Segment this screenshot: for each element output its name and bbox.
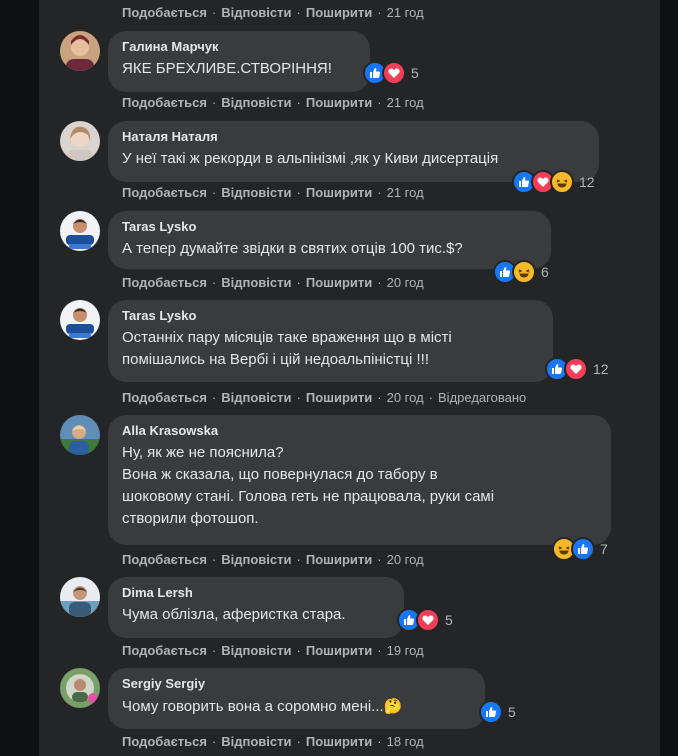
comment-text-line: створили фотошоп. [122,510,259,527]
like-action[interactable]: Подобається [122,275,207,290]
reaction-count: 5 [508,704,516,720]
haha-icon [550,170,574,194]
reaction-count: 12 [593,361,609,377]
love-icon [416,608,440,632]
comment-actions: Подобається · Відповісти · Поширити · 21 го… [122,94,424,110]
comment-author[interactable]: Галина Марчук [122,39,358,55]
timestamp[interactable]: 20 год [387,275,424,290]
comment-bubble: Taras Lysko Останніх пару місяців таке в… [108,300,553,382]
reply-action[interactable]: Відповісти [221,275,291,290]
reaction-summary[interactable]: 12 [545,357,609,381]
share-action[interactable]: Поширити [306,390,372,405]
comment-text: А тепер думайте звідки в святих отців 10… [122,240,463,257]
comment-actions: Подобається · Відповісти · Поширити · 18 го… [122,733,424,749]
comment-bubble: Галина Марчук ЯКЕ БРЕХЛИВЕ.СТВОРІННЯ! [108,31,370,92]
avatar[interactable] [60,31,100,71]
share-action[interactable]: Поширити [306,95,372,110]
reaction-count: 7 [600,541,608,557]
reply-action[interactable]: Відповісти [221,95,291,110]
avatar[interactable] [60,577,100,617]
timestamp[interactable]: 20 год [387,390,424,405]
comment-bubble: Sergiy Sergiy Чому говорить вона а сором… [108,668,485,729]
comment-actions: Подобається · Відповісти · Поширити · 19 го… [122,642,424,658]
comment-author[interactable]: Наталя Наталя [122,129,587,145]
comment-bubble: Alla Krasowska Ну, як же не пояснила? Во… [108,415,611,545]
comment-text-line: помішались на Вербі і цій недоальпіністц… [122,351,429,368]
comment-text-line: шоковому стані. Голова геть не працювала… [122,488,495,505]
share-action[interactable]: Поширити [306,643,372,658]
share-action[interactable]: Поширити [306,734,372,749]
comment-author[interactable]: Taras Lysko [122,219,539,235]
comment-actions: Подобається · Відповісти · Поширити · 20 го… [122,551,424,567]
share-action[interactable]: Поширити [306,552,372,567]
reaction-summary[interactable]: 5 [479,700,516,724]
reaction-count: 5 [445,612,453,628]
reply-action[interactable]: Відповісти [221,390,291,405]
avatar[interactable] [60,668,100,708]
timestamp[interactable]: 21 год [387,95,424,110]
comment-text-line: Вона ж сказала, що повернулася до табору… [122,466,438,483]
right-frame [660,0,678,756]
comment-author[interactable]: Taras Lysko [122,308,541,324]
reaction-summary[interactable]: 5 [363,61,419,85]
comment-actions: Подобається · Відповісти · Поширити · 21 го… [122,184,424,200]
avatar[interactable] [60,121,100,161]
reply-action[interactable]: Відповісти [221,734,291,749]
comment-author[interactable]: Dima Lersh [122,585,392,601]
comment-text-line: Останніх пару місяців таке враження що в… [122,329,452,346]
comment-bubble: Dima Lersh Чума облізла, аферистка стара… [108,577,404,638]
reaction-count: 6 [541,264,549,280]
comment-text: Останніх пару місяців таке враження що в… [122,327,541,371]
haha-icon [512,260,536,284]
left-frame [0,0,39,756]
like-action[interactable]: Подобається [122,552,207,567]
reply-action[interactable]: Відповісти [221,643,291,658]
like-action[interactable]: Подобається [122,643,207,658]
thinking-emoji-icon: 🤔 [383,697,403,715]
timestamp[interactable]: 21 год [387,5,424,20]
comment-text: Чому говорить вона а соромно мені...🤔 [122,695,473,718]
like-action[interactable]: Подобається [122,5,207,20]
reply-action[interactable]: Відповісти [221,5,291,20]
comment-text: ЯКЕ БРЕХЛИВЕ.СТВОРІННЯ! [122,60,332,77]
reaction-count: 12 [579,174,595,190]
timestamp[interactable]: 18 год [387,734,424,749]
reply-action[interactable]: Відповісти [221,185,291,200]
comment-text-content: Чому говорить вона а соромно мені... [122,698,384,715]
share-action[interactable]: Поширити [306,185,372,200]
timestamp[interactable]: 19 год [387,643,424,658]
comment-actions: Подобається · Відповісти · Поширити · 20 го… [122,389,527,405]
like-action[interactable]: Подобається [122,390,207,405]
like-action[interactable]: Подобається [122,734,207,749]
like-icon [479,700,503,724]
reaction-summary[interactable]: 5 [397,608,453,632]
comment-actions: Подобається · Відповісти · Поширити · 21 го… [122,4,424,20]
comment-actions: Подобається · Відповісти · Поширити · 20 го… [122,274,424,290]
love-icon [382,61,406,85]
reaction-summary[interactable]: 12 [512,170,595,194]
comment-bubble: Taras Lysko А тепер думайте звідки в свя… [108,211,551,269]
avatar[interactable] [60,415,100,455]
comment-text-line: Ну, як же не пояснила? [122,444,284,461]
comment-author[interactable]: Sergiy Sergiy [122,676,473,692]
share-action[interactable]: Поширити [306,275,372,290]
share-action[interactable]: Поширити [306,5,372,20]
comment-author[interactable]: Alla Krasowska [122,423,599,439]
reaction-summary[interactable]: 7 [552,537,608,561]
reaction-count: 5 [411,65,419,81]
love-icon [564,357,588,381]
edited-label[interactable]: Відредаговано [438,390,526,405]
avatar[interactable] [60,300,100,340]
comment-text: У неї такі ж рекорди в альпінізмі ,як у … [122,150,499,167]
avatar[interactable] [60,211,100,251]
timestamp[interactable]: 21 год [387,185,424,200]
comment-text: Чума облізла, аферистка стара. [122,606,346,623]
reaction-summary[interactable]: 6 [493,260,549,284]
reply-action[interactable]: Відповісти [221,552,291,567]
like-action[interactable]: Подобається [122,185,207,200]
like-icon [571,537,595,561]
timestamp[interactable]: 20 год [387,552,424,567]
like-action[interactable]: Подобається [122,95,207,110]
comment-text: Ну, як же не пояснила? Вона ж сказала, щ… [122,442,599,530]
